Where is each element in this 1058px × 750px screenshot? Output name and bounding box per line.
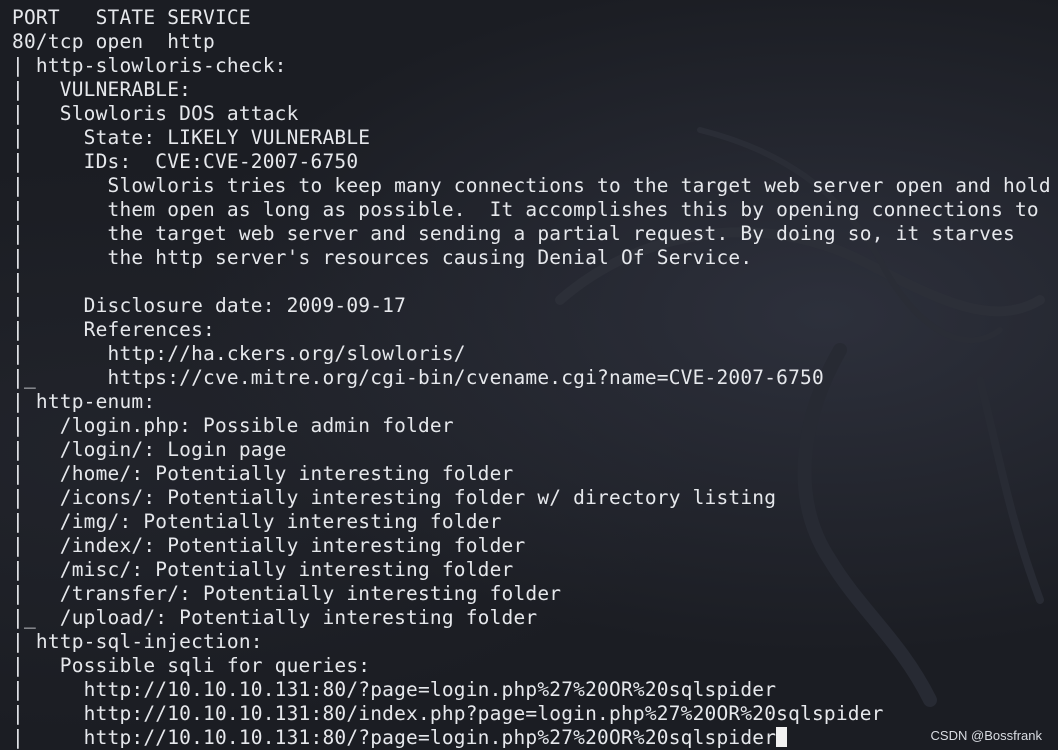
terminal-line: | http-enum:	[12, 390, 156, 413]
terminal-line: | http://10.10.10.131:80/index.php?page=…	[12, 702, 884, 725]
terminal-line: |_ https://cve.mitre.org/cgi-bin/cvename…	[12, 366, 824, 389]
terminal-line: | /icons/: Potentially interesting folde…	[12, 486, 777, 509]
terminal-line: | /login/: Login page	[12, 438, 287, 461]
terminal-line: | Possible sqli for queries:	[12, 654, 371, 677]
terminal-line: | the target web server and sending a pa…	[12, 222, 1015, 245]
terminal-line: 80/tcp open http	[12, 30, 215, 53]
terminal-line: | http-sql-injection:	[12, 630, 263, 653]
terminal-window[interactable]: PORT STATE SERVICE 80/tcp open http | ht…	[0, 0, 1058, 750]
terminal-line: |_ /upload/: Potentially interesting fol…	[12, 606, 538, 629]
terminal-line: | /home/: Potentially interesting folder	[12, 462, 514, 485]
terminal-line: | IDs: CVE:CVE-2007-6750	[12, 150, 359, 173]
terminal-line: | them open as long as possible. It acco…	[12, 198, 1039, 221]
terminal-line: | /index/: Potentially interesting folde…	[12, 534, 526, 557]
terminal-line: PORT STATE SERVICE	[12, 6, 251, 29]
terminal-line: | http-slowloris-check:	[12, 54, 287, 77]
terminal-line: | the http server's resources causing De…	[12, 246, 753, 269]
csdn-watermark: CSDN @Bossfrank	[930, 728, 1042, 743]
terminal-line: | /login.php: Possible admin folder	[12, 414, 454, 437]
terminal-line-text: | http://10.10.10.131:80/?page=login.php…	[12, 726, 777, 749]
terminal-line: | /img/: Potentially interesting folder	[12, 510, 502, 533]
terminal-line: |	[12, 270, 24, 293]
terminal-output[interactable]: PORT STATE SERVICE 80/tcp open http | ht…	[12, 6, 1051, 750]
terminal-line-last: | http://10.10.10.131:80/?page=login.php…	[12, 726, 1051, 750]
terminal-line: | Slowloris tries to keep many connectio…	[12, 174, 1051, 197]
terminal-line: | /transfer/: Potentially interesting fo…	[12, 582, 562, 605]
terminal-line: | /misc/: Potentially interesting folder	[12, 558, 514, 581]
terminal-line: | Disclosure date: 2009-09-17	[12, 294, 407, 317]
text-cursor	[776, 727, 788, 747]
terminal-line: | http://10.10.10.131:80/?page=login.php…	[12, 678, 777, 701]
terminal-line: | http://ha.ckers.org/slowloris/	[12, 342, 466, 365]
terminal-line: | State: LIKELY VULNERABLE	[12, 126, 371, 149]
terminal-line: | VULNERABLE:	[12, 78, 192, 101]
terminal-line: | Slowloris DOS attack	[12, 102, 299, 125]
terminal-line: | References:	[12, 318, 215, 341]
